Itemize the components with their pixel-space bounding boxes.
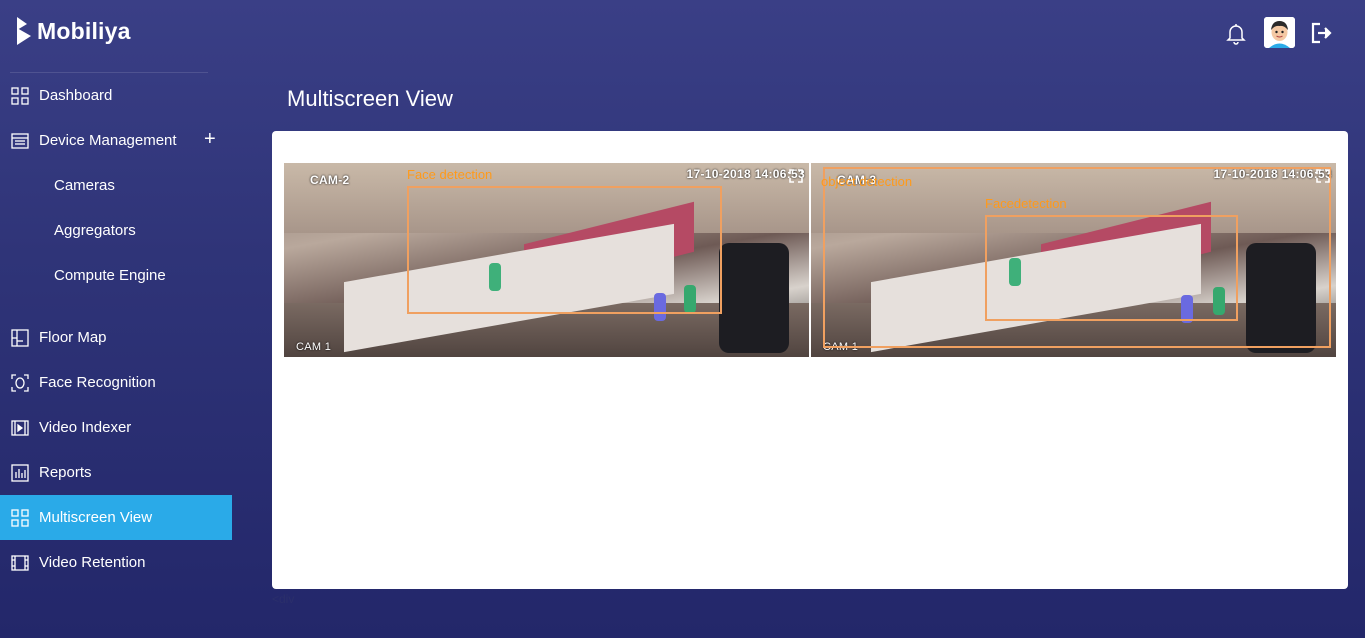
camera-feed-tile[interactable]: CAM-2 17-10-2018 14:06:53 CAM 1 Face det… <box>284 163 809 357</box>
sidebar-item-label: Face Recognition <box>39 374 156 391</box>
camera-feed-tile[interactable]: CAM-3 17-10-2018 14:06:53 CAM 1 object d… <box>811 163 1336 357</box>
brand-logo[interactable]: Mobiliya <box>16 16 131 46</box>
avatar[interactable] <box>1264 17 1295 48</box>
detection-label: Facedetection <box>985 196 1067 211</box>
sidebar-item-multiscreen-view[interactable]: Multiscreen View <box>0 495 232 540</box>
expand-icon[interactable] <box>789 169 803 183</box>
sidebar-item-label: Device Management <box>39 132 177 149</box>
sidebar-item-label: Compute Engine <box>54 267 166 284</box>
sidebar-item-dashboard[interactable]: Dashboard <box>0 73 232 118</box>
bar-chart-icon <box>11 463 29 482</box>
detection-label: object detection <box>821 174 913 189</box>
list-icon <box>11 132 29 150</box>
face-scan-icon <box>11 373 29 392</box>
sidebar-item-label: Multiscreen View <box>39 509 153 526</box>
sidebar-item-label: Aggregators <box>54 222 136 239</box>
detection-box <box>985 215 1238 321</box>
film-icon <box>11 554 29 572</box>
detection-label: Face detection <box>407 167 493 182</box>
stray-markup-text: <div <box>272 592 295 606</box>
sidebar-nav: Dashboard Device Management + Cameras Ag… <box>0 73 232 585</box>
sidebar-item-compute-engine[interactable]: Compute Engine <box>0 253 232 298</box>
sidebar-item-video-indexer[interactable]: Video Indexer <box>0 405 232 450</box>
camera-bottom-label: CAM 1 <box>296 341 332 353</box>
sidebar-item-device-management[interactable]: Device Management + <box>0 118 232 163</box>
sidebar-item-reports[interactable]: Reports <box>0 450 232 495</box>
sidebar-item-label: Cameras <box>54 177 115 194</box>
camera-name: CAM-2 <box>310 173 350 187</box>
bell-icon[interactable] <box>1224 21 1248 45</box>
expand-plus-icon[interactable]: + <box>204 128 216 151</box>
sidebar-item-label: Reports <box>39 464 92 481</box>
grid-icon <box>11 508 29 527</box>
camera-timestamp: 17-10-2018 14:06:53 <box>686 167 805 181</box>
detection-box <box>407 186 722 314</box>
mobiliya-logo-icon <box>16 16 32 46</box>
sidebar-item-label: Dashboard <box>39 87 113 104</box>
page-title: Multiscreen View <box>287 86 453 111</box>
header-actions <box>1224 17 1335 48</box>
floor-map-icon <box>11 328 29 347</box>
sidebar-item-video-retention[interactable]: Video Retention <box>0 540 232 585</box>
sidebar-item-floor-map[interactable]: Floor Map <box>0 315 232 360</box>
expand-icon[interactable] <box>1316 169 1330 183</box>
sidebar-item-face-recognition[interactable]: Face Recognition <box>0 360 232 405</box>
logout-icon[interactable] <box>1309 21 1335 45</box>
grid-icon <box>11 86 29 105</box>
brand-name: Mobiliya <box>37 17 131 44</box>
sidebar-item-label: Floor Map <box>39 329 107 346</box>
film-icon <box>11 419 29 437</box>
multiscreen-panel: CAM-2 17-10-2018 14:06:53 CAM 1 Face det… <box>272 131 1348 589</box>
sidebar-item-label: Video Indexer <box>39 419 132 436</box>
sidebar-item-aggregators[interactable]: Aggregators <box>0 208 232 253</box>
sidebar-item-cameras[interactable]: Cameras <box>0 163 232 208</box>
sidebar-item-label: Video Retention <box>39 554 146 571</box>
